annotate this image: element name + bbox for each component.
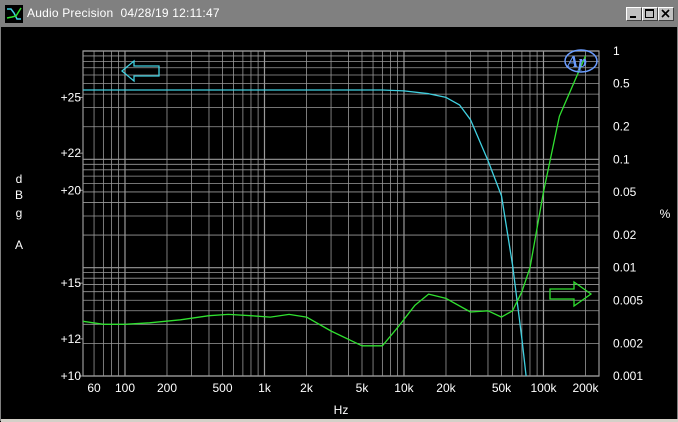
app-window: Audio Precision 04/28/19 12:11:47 60 100 2… — [0, 0, 678, 422]
x-tick-label: 60 — [87, 381, 101, 395]
x-tick-label: 100k — [530, 381, 557, 395]
ap-logo-text: Ap — [566, 52, 587, 71]
x-axis-label: Hz — [334, 403, 349, 417]
x-tick-label: 100 — [115, 381, 135, 395]
right-axis-tick-label: 0.1 — [613, 152, 630, 166]
ap-logo: Ap — [564, 49, 598, 73]
plot-area: 60 100 200 500 1k 2k 5k 10k 20k 50k 100k 200k +10+1… — [15, 44, 671, 417]
series-line-distortion — [83, 55, 587, 347]
right-axis-tick-label: 0.5 — [613, 77, 630, 91]
left-axis-tick-label: +22 — [61, 146, 82, 160]
title-bar[interactable]: Audio Precision 04/28/19 12:11:47 — [1, 1, 677, 27]
left-axis-tick-label: +25 — [61, 90, 82, 104]
right-axis-tick-labels: 1 0.5 0.2 0.1 0.05 0.02 0.01 0.005 0.002 0.001 — [613, 44, 643, 383]
left-axis-tick-label: +20 — [61, 183, 82, 197]
x-tick-label: 1k — [258, 381, 272, 395]
left-axis-label-char: d — [16, 172, 23, 186]
app-icon — [5, 5, 23, 23]
grid — [82, 50, 600, 377]
left-axis-label-char: B — [15, 188, 23, 202]
x-tick-label: 2k — [300, 381, 314, 395]
x-tick-label: 500 — [212, 381, 232, 395]
window-title: Audio Precision 04/28/19 12:11:47 — [27, 6, 220, 20]
left-axis-tick-labels: +10 +12 +15 +20 +22 +25 — [61, 90, 83, 383]
maximize-icon — [645, 9, 654, 18]
x-tick-label: 200k — [572, 381, 599, 395]
right-axis-tick-label: 0.05 — [613, 185, 637, 199]
right-axis-tick-label: 0.002 — [613, 336, 643, 350]
close-icon — [661, 9, 670, 18]
right-axis-tick-label: 0.2 — [613, 120, 630, 134]
minimize-button[interactable] — [626, 7, 642, 21]
minimize-icon — [630, 16, 636, 18]
right-axis-tick-label: 0.01 — [613, 261, 637, 275]
right-axis-tick-label: 0.001 — [613, 369, 643, 383]
x-tick-label: 5k — [356, 381, 370, 395]
left-axis-tick-label: +15 — [61, 276, 82, 290]
left-axis-tick-label: +10 — [61, 369, 82, 383]
left-axis-label-char: g — [16, 206, 23, 220]
left-axis-tick-label: +12 — [61, 332, 82, 346]
x-tick-label: 50k — [492, 381, 512, 395]
right-arrow-icon — [549, 280, 593, 308]
x-tick-label: 20k — [436, 381, 456, 395]
series-line-level — [83, 89, 527, 376]
right-axis-label: % — [660, 207, 671, 221]
maximize-button[interactable] — [642, 7, 658, 21]
left-arrow-icon — [120, 59, 160, 83]
right-axis-tick-label: 1 — [613, 44, 620, 58]
x-tick-label: 10k — [394, 381, 414, 395]
close-button[interactable] — [658, 7, 674, 21]
right-axis-tick-label: 0.02 — [613, 228, 637, 242]
x-tick-labels: 60 100 200 500 1k 2k 5k 10k 20k 50k 100k 200k — [87, 381, 599, 395]
left-axis-label-char: A — [15, 238, 23, 252]
right-axis-tick-label: 0.005 — [613, 293, 643, 307]
x-tick-label: 200 — [157, 381, 177, 395]
